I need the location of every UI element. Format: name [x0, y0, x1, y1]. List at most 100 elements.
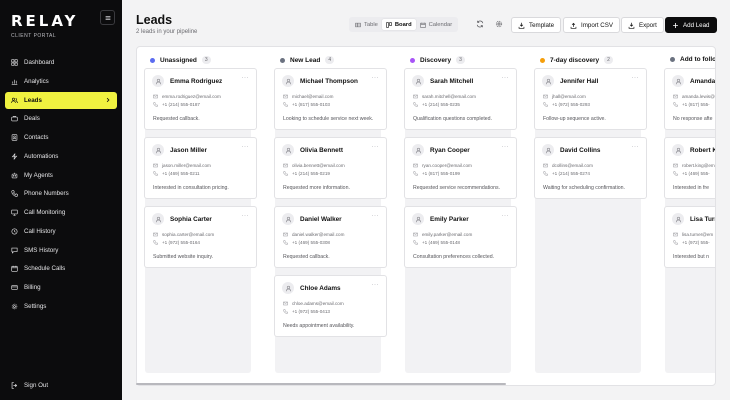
lead-email: jason.miller@email.com: [162, 163, 211, 168]
sidebar-item-label: SMS History: [24, 246, 59, 254]
lead-phone-row: +1 (972) 555-0164: [153, 240, 200, 245]
lead-name: Chloe Adams: [300, 284, 341, 292]
phone-icon: [153, 171, 158, 176]
sidebar-item-dashboard[interactable]: Dashboard: [5, 54, 117, 71]
view-calendar-button[interactable]: Calendar: [416, 19, 457, 30]
sidebar-item-billing[interactable]: Billing: [5, 279, 117, 296]
settings-button[interactable]: [493, 18, 505, 30]
lead-card[interactable]: Daniel Walker ··· daniel.walker@email.com +…: [274, 206, 387, 268]
export-button[interactable]: Export: [621, 17, 664, 33]
kanban-board: Unassigned 3 Emma Rodriguez ··· emma.rodrigu…: [136, 46, 716, 386]
lead-card[interactable]: Sophia Carter ··· sophia.carter@email.com +…: [144, 206, 257, 268]
import-csv-label: Import CSV: [581, 21, 613, 29]
sign-out-button[interactable]: Sign Out: [11, 382, 48, 389]
avatar: [542, 75, 554, 87]
mail-icon: [283, 94, 288, 99]
sidebar-item-analytics[interactable]: Analytics: [5, 73, 117, 90]
lead-card[interactable]: David Collins ··· dcollins@email.com +1 (21…: [534, 137, 647, 199]
contacts-icon: [11, 134, 18, 141]
more-options-icon[interactable]: ···: [242, 144, 250, 150]
lead-phone-row: +1 (817) 555-: [673, 102, 710, 107]
column-header: Unassigned 3: [150, 56, 211, 64]
lead-email: chloe.adams@email.com: [292, 301, 344, 306]
lead-card[interactable]: Amanda···amanda.lewis@+1 (817) 555-No re…: [664, 68, 715, 130]
sidebar-item-automations[interactable]: Automations: [5, 148, 117, 165]
lead-card[interactable]: Jason Miller ··· jason.miller@email.com +1 …: [144, 137, 257, 199]
lead-card[interactable]: Emily Parker ··· emily.parker@email.com +1 …: [404, 206, 517, 268]
phone-icon: [283, 309, 288, 314]
mail-icon: [413, 94, 418, 99]
lead-name: Lisa Turne: [690, 215, 715, 223]
add-lead-button[interactable]: Add Lead: [665, 17, 717, 33]
view-board-button[interactable]: Board: [381, 19, 416, 30]
avatar: [282, 213, 294, 225]
lead-card[interactable]: Chloe Adams ··· chloe.adams@email.com +1 (9…: [274, 275, 387, 337]
more-options-icon[interactable]: ···: [632, 75, 640, 81]
mail-icon: [673, 232, 678, 237]
more-options-icon[interactable]: ···: [372, 144, 380, 150]
lead-email-row: sarah.mitchell@email.com: [413, 94, 476, 99]
lead-note: Requested callback.: [283, 254, 330, 260]
sidebar-item-schedule-calls[interactable]: Schedule Calls: [5, 260, 117, 277]
view-table-button[interactable]: Table: [351, 19, 382, 30]
more-options-icon[interactable]: ···: [372, 75, 380, 81]
sidebar-item-sms-history[interactable]: SMS History: [5, 242, 117, 259]
mail-icon: [413, 232, 418, 237]
lead-email-row: dcollins@email.com: [543, 163, 593, 168]
lead-note: Consultation preferences collected.: [413, 254, 495, 260]
avatar: [672, 213, 684, 225]
template-button[interactable]: Template: [511, 17, 562, 33]
lead-card[interactable]: Sarah Mitchell ··· sarah.mitchell@email.co…: [404, 68, 517, 130]
sidebar-item-settings[interactable]: Settings: [5, 298, 117, 315]
lead-card[interactable]: Michael Thompson ··· michael@email.com +1 (…: [274, 68, 387, 130]
lead-card[interactable]: Jennifer Hall ··· jhall@email.com +1 (972) …: [534, 68, 647, 130]
more-options-icon[interactable]: ···: [372, 213, 380, 219]
lead-card[interactable]: Emma Rodriguez ··· emma.rodriguez@email.co…: [144, 68, 257, 130]
horizontal-scrollbar[interactable]: [136, 383, 506, 385]
chart-icon: [11, 78, 18, 85]
view-board-label: Board: [394, 21, 412, 28]
import-csv-button[interactable]: Import CSV: [563, 17, 620, 33]
more-options-icon[interactable]: ···: [502, 75, 510, 81]
lead-card[interactable]: Robert Ki···robert.king@em+1 (469) 555-I…: [664, 137, 715, 199]
sidebar-item-leads[interactable]: Leads: [5, 91, 117, 109]
user-icon: [155, 216, 161, 222]
sidebar-item-phone-numbers[interactable]: Phone Numbers: [5, 185, 117, 202]
sidebar-item-my-agents[interactable]: My Agents: [5, 167, 117, 184]
column-count-badge: 3: [201, 56, 211, 64]
sidebar-collapse-button[interactable]: [100, 10, 115, 25]
avatar: [412, 144, 424, 156]
more-options-icon[interactable]: ···: [502, 213, 510, 219]
sidebar-item-call-history[interactable]: Call History: [5, 223, 117, 240]
more-options-icon[interactable]: ···: [372, 282, 380, 288]
more-options-icon[interactable]: ···: [242, 75, 250, 81]
lead-card[interactable]: Ryan Cooper ··· ryan.cooper@email.com +1 (8…: [404, 137, 517, 199]
sidebar-item-deals[interactable]: Deals: [5, 110, 117, 127]
lead-phone-row: +1 (214) 555-0274: [543, 171, 590, 176]
lead-phone: +1 (972) 555-0293: [552, 102, 590, 107]
sidebar: RELAY CLIENT PORTAL Dashboard Analytics Le…: [0, 0, 122, 400]
avatar: [152, 144, 164, 156]
lead-note: Submitted website inquiry.: [153, 254, 214, 260]
sidebar-item-label: Analytics: [24, 77, 49, 85]
lead-card[interactable]: Olivia Bennett ··· olivia.bennett@email.co…: [274, 137, 387, 199]
column-header: Add to follow up: [670, 56, 715, 63]
lead-note: Qualification questions completed.: [413, 116, 493, 122]
more-options-icon[interactable]: ···: [502, 144, 510, 150]
refresh-button[interactable]: [474, 18, 486, 30]
monitor-icon: [11, 209, 18, 216]
phone-icon: [153, 240, 158, 245]
lead-card[interactable]: Lisa Turne···lisa.turner@em+1 (972) 555-…: [664, 206, 715, 268]
lead-phone-row: +1 (214) 555-0219: [283, 171, 330, 176]
board-column: Discovery 3 Sarah Mitchell ··· sarah.mitchel…: [401, 47, 517, 385]
more-options-icon[interactable]: ···: [632, 144, 640, 150]
lead-email: lisa.turner@em: [682, 232, 714, 237]
more-options-icon[interactable]: ···: [242, 213, 250, 219]
lead-phone-row: +1 (972) 555-0293: [543, 102, 590, 107]
mail-icon: [543, 163, 548, 168]
sidebar-item-contacts[interactable]: Contacts: [5, 129, 117, 146]
sidebar-item-call-monitoring[interactable]: Call Monitoring: [5, 204, 117, 221]
lead-email: emily.parker@email.com: [422, 232, 473, 237]
user-icon: [675, 216, 681, 222]
users-icon: [11, 97, 18, 104]
